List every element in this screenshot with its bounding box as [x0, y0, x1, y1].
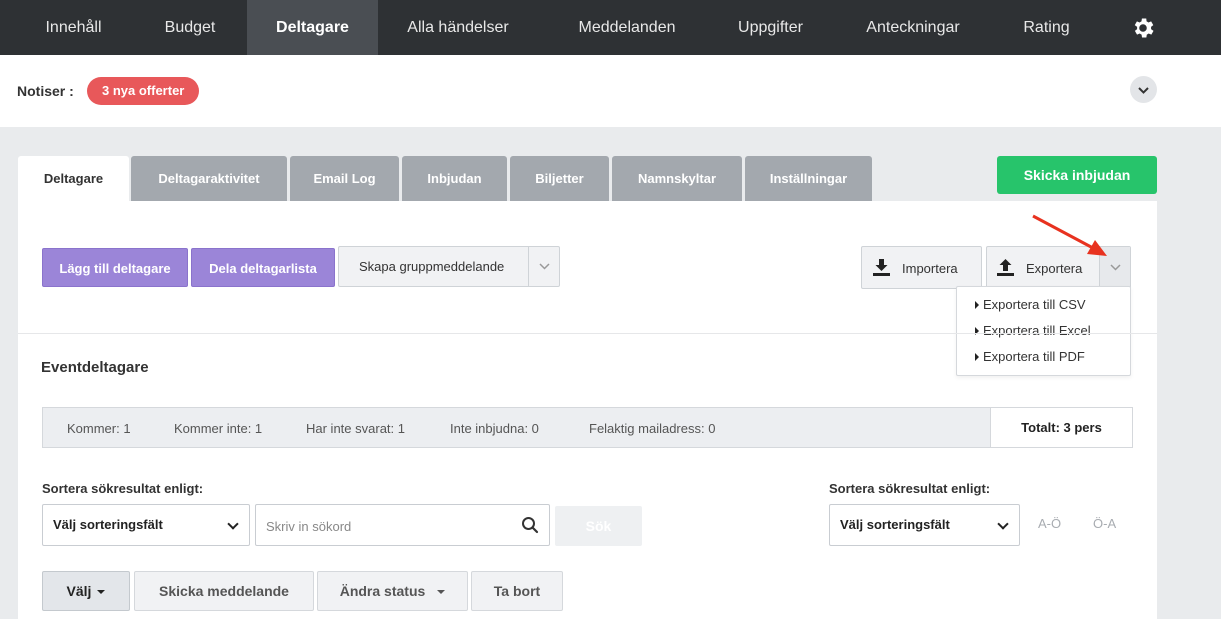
gear-icon[interactable] — [1130, 15, 1156, 41]
import-label: Importera — [902, 261, 958, 276]
import-button[interactable]: Importera — [861, 246, 982, 289]
tab-namnskyltar[interactable]: Namnskyltar — [612, 156, 742, 201]
export-pdf-item[interactable]: Exportera till PDF — [975, 349, 1085, 364]
sort-select-right-value: Välj sorteringsfält — [840, 517, 950, 532]
offers-badge[interactable]: 3 nya offerter — [87, 77, 200, 105]
nav-item-uppgifter[interactable]: Uppgifter — [718, 0, 823, 55]
nav-item-budget[interactable]: Budget — [147, 0, 233, 55]
delete-button[interactable]: Ta bort — [471, 571, 563, 611]
group-message-button[interactable]: Skapa gruppmeddelande — [338, 246, 560, 287]
search-input[interactable] — [266, 516, 511, 536]
sort-select-left-value: Välj sorteringsfält — [53, 517, 163, 532]
sort-label-left: Sortera sökresultat enligt: — [42, 481, 204, 496]
sort-descending-link[interactable]: Ö-A — [1093, 516, 1116, 531]
chevron-down-icon — [539, 263, 550, 270]
group-message-label: Skapa gruppmeddelande — [359, 259, 505, 274]
group-message-dropdown-toggle[interactable] — [528, 247, 559, 286]
stat-not-coming: Kommer inte: 1 — [174, 421, 263, 436]
collapse-button[interactable] — [1130, 76, 1157, 103]
nav-item-rating[interactable]: Rating — [1005, 0, 1088, 55]
chevron-down-icon — [227, 518, 239, 530]
stat-not-invited: Inte inbjudna: 0 — [450, 421, 539, 436]
caret-down-icon — [97, 590, 106, 595]
notices-bar: Notiser : 3 nya offerter — [0, 55, 1221, 127]
stat-no-reply: Har inte svarat: 1 — [306, 421, 405, 436]
nav-item-anteckningar[interactable]: Anteckningar — [848, 0, 978, 55]
chevron-down-icon — [997, 518, 1009, 530]
search-icon[interactable] — [521, 516, 539, 534]
sort-select-right[interactable]: Välj sorteringsfält — [829, 504, 1020, 546]
chevron-down-icon — [1138, 87, 1149, 94]
sort-label-right: Sortera sökresultat enligt: — [829, 481, 991, 496]
upload-icon — [997, 259, 1014, 276]
nav-item-alla-handelser[interactable]: Alla händelser — [383, 0, 533, 55]
notices-label: Notiser : — [17, 83, 74, 99]
export-csv-item[interactable]: Exportera till CSV — [975, 297, 1086, 312]
tab-email-log[interactable]: Email Log — [290, 156, 399, 201]
stat-coming: Kommer: 1 — [67, 421, 131, 436]
send-message-button[interactable]: Skicka meddelande — [134, 571, 314, 611]
nav-item-innehall[interactable]: Innehåll — [0, 0, 147, 55]
add-participant-button[interactable]: Lägg till deltagare — [42, 248, 188, 287]
caret-down-icon — [437, 590, 446, 595]
change-status-button[interactable]: Ändra status — [317, 571, 468, 611]
stat-bad-email: Felaktig mailadress: 0 — [589, 421, 716, 436]
attendance-stats: Kommer: 1 Kommer inte: 1 Har inte svarat… — [42, 407, 1133, 448]
tab-inbjudan[interactable]: Inbjudan — [402, 156, 507, 201]
tab-biljetter[interactable]: Biljetter — [510, 156, 609, 201]
panel-divider — [18, 333, 1157, 334]
share-list-button[interactable]: Dela deltagarlista — [191, 248, 335, 287]
tab-deltagaraktivitet[interactable]: Deltagaraktivitet — [131, 156, 287, 201]
top-navigation: Innehåll Budget Deltagare Alla händelser… — [0, 0, 1221, 55]
sort-select-left[interactable]: Välj sorteringsfält — [42, 504, 250, 546]
send-invitation-button[interactable]: Skicka inbjudan — [997, 156, 1157, 194]
change-status-label: Ändra status — [339, 583, 426, 599]
nav-item-deltagare[interactable]: Deltagare — [247, 0, 378, 55]
annotation-arrow-icon — [1032, 214, 1107, 256]
search-field[interactable] — [255, 504, 550, 546]
search-button[interactable]: Sök — [555, 506, 642, 546]
tab-deltagare[interactable]: Deltagare — [18, 156, 129, 201]
export-dropdown-menu: Exportera till CSV Exportera till Excel … — [956, 286, 1131, 376]
export-excel-item[interactable]: Exportera till Excel — [975, 323, 1091, 338]
select-label: Välj — [66, 583, 92, 599]
sort-ascending-link[interactable]: A-Ö — [1038, 516, 1061, 531]
nav-item-meddelanden[interactable]: Meddelanden — [557, 0, 697, 55]
tab-installningar[interactable]: Inställningar — [745, 156, 872, 201]
section-title: Eventdeltagare — [41, 359, 149, 376]
download-icon — [873, 259, 890, 276]
stat-total: Totalt: 3 pers — [990, 407, 1133, 448]
select-dropdown-button[interactable]: Välj — [42, 571, 130, 611]
